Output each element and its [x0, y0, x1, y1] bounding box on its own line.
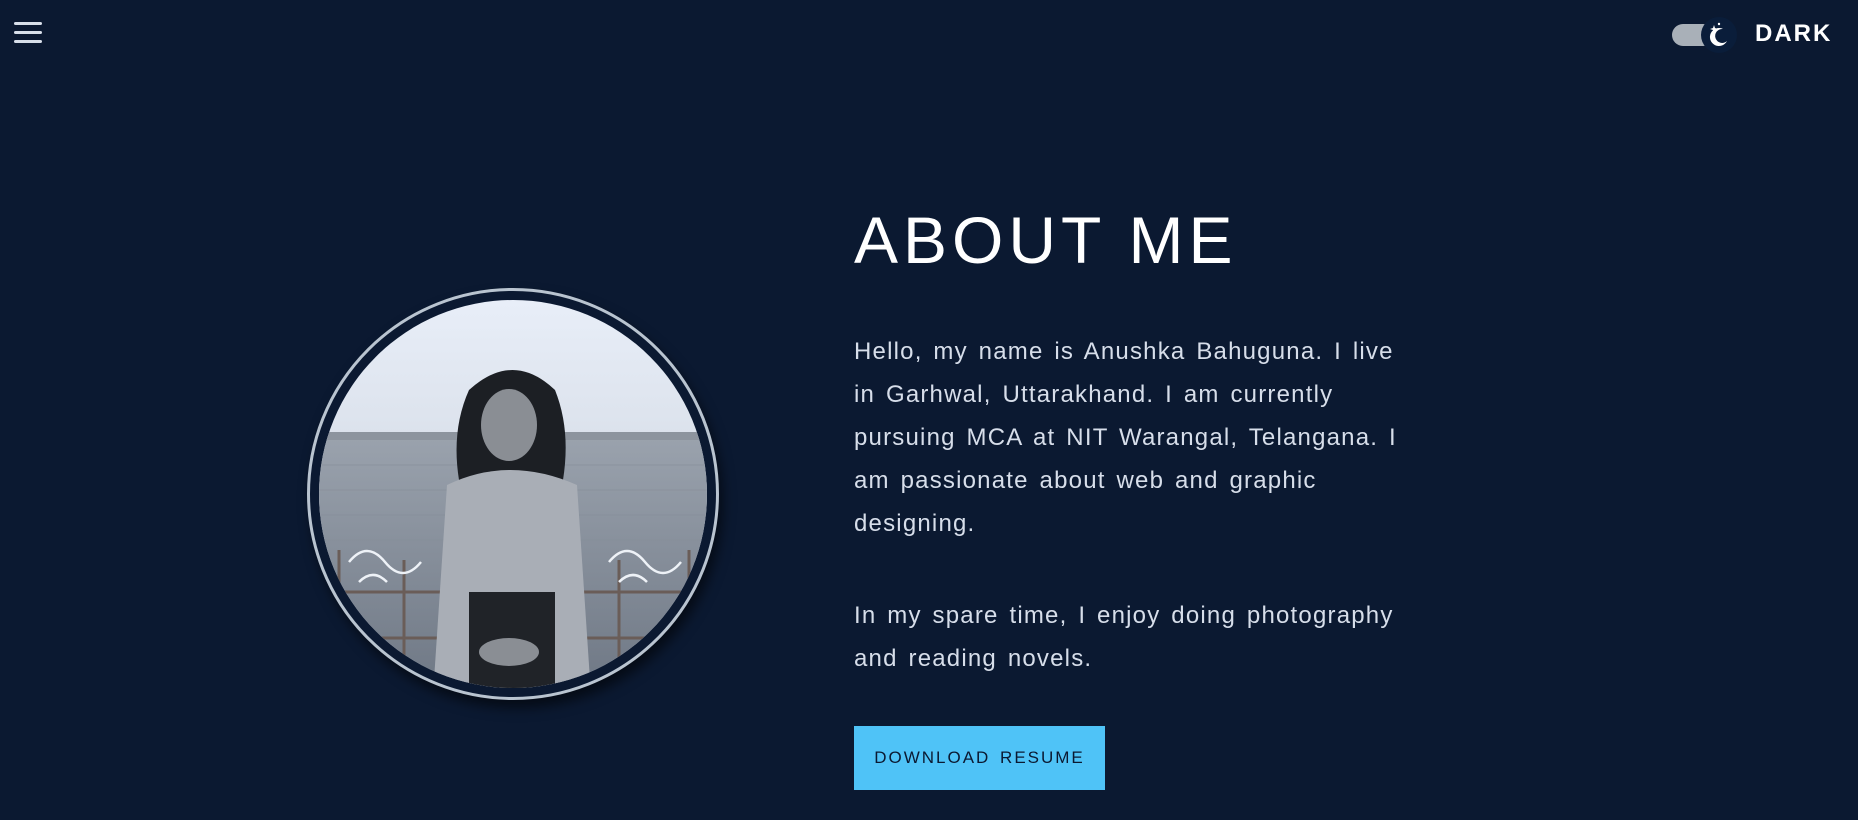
about-content: ABOUT ME Hello, my name is Anushka Bahug…: [854, 200, 1414, 790]
theme-label: DARK: [1755, 20, 1833, 47]
about-page: DARK ABOUT ME Hello, my name is Anushka …: [0, 0, 1858, 820]
download-resume-button[interactable]: DOWNLOAD RESUME: [854, 726, 1105, 790]
profile-photo-illustration: [319, 300, 707, 688]
menu-bar-bottom: [14, 40, 42, 43]
theme-toggle-switch[interactable]: [1671, 17, 1737, 53]
theme-toggle[interactable]: DARK: [1671, 17, 1833, 53]
toggle-knob: [1701, 17, 1737, 53]
hobbies-paragraph: In my spare time, I enjoy doing photogra…: [854, 602, 1394, 672]
moon-stars-icon: [1709, 22, 1727, 47]
profile-photo-frame: [307, 288, 719, 700]
page-title: ABOUT ME: [854, 203, 1238, 277]
menu-bar-top: [14, 22, 42, 25]
menu-bar-middle: [14, 31, 42, 34]
profile-photo: [319, 300, 707, 688]
hamburger-menu-icon[interactable]: [14, 22, 42, 44]
intro-paragraph: Hello, my name is Anushka Bahuguna. I li…: [854, 338, 1397, 537]
